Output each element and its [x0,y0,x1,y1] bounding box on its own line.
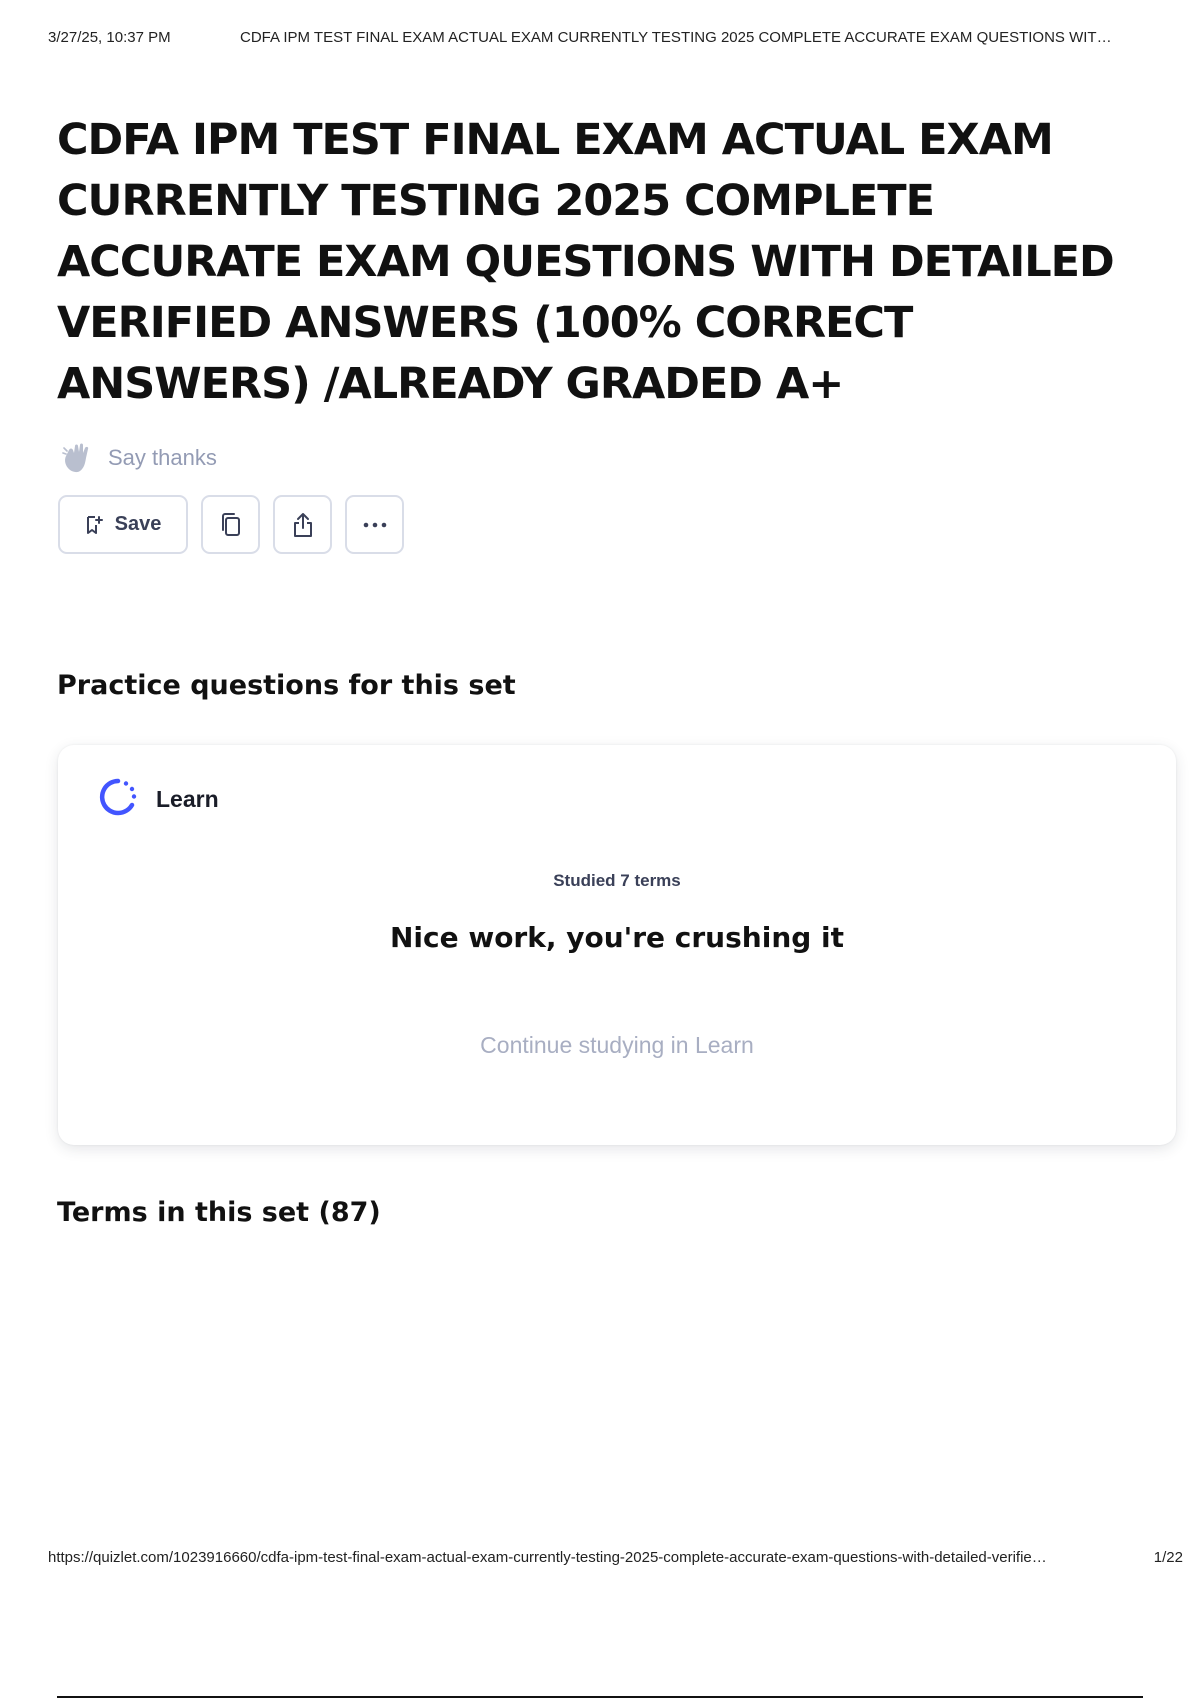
terms-heading: Terms in this set (87) [57,1197,381,1228]
wave-hand-icon [62,442,92,474]
page-divider [57,1696,1143,1698]
practice-questions-heading: Practice questions for this set [57,670,516,701]
say-thanks-label: Say thanks [108,445,217,470]
print-header: 3/27/25, 10:37 PM CDFA IPM TEST FINAL EX… [48,29,1178,49]
copy-icon [218,511,244,539]
share-icon [290,511,316,539]
continue-learn-link[interactable]: Continue studying in Learn [58,1032,1176,1059]
save-button[interactable]: Save [58,495,188,554]
learn-mode-header: Learn [96,775,219,824]
print-url: https://quizlet.com/1023916660/cdfa-ipm-… [48,1549,1047,1566]
page-title: CDFA IPM TEST FINAL EXAM ACTUAL EXAM CUR… [57,115,1115,409]
progress-message: Nice work, you're crushing it [389,921,845,954]
copy-button[interactable] [201,495,260,554]
print-date: 3/27/25, 10:37 PM [48,29,171,46]
share-button[interactable] [273,495,332,554]
print-doc-title: CDFA IPM TEST FINAL EXAM ACTUAL EXAM CUR… [240,29,1112,46]
print-page-number: 1/22 [1153,1549,1183,1566]
action-toolbar: Save [58,495,404,554]
more-icon [362,522,388,528]
studied-terms-count: Studied 7 terms [553,871,681,890]
print-footer: https://quizlet.com/1023916660/cdfa-ipm-… [48,1549,1183,1566]
bookmark-add-icon [85,515,103,535]
learn-card: Learn Studied 7 terms Nice work, you're … [58,745,1176,1145]
say-thanks-button[interactable]: Say thanks [62,440,217,476]
more-options-button[interactable] [345,495,404,554]
learn-mode-label[interactable]: Learn [156,786,219,813]
save-label: Save [114,513,162,535]
learn-progress-icon [96,775,140,824]
